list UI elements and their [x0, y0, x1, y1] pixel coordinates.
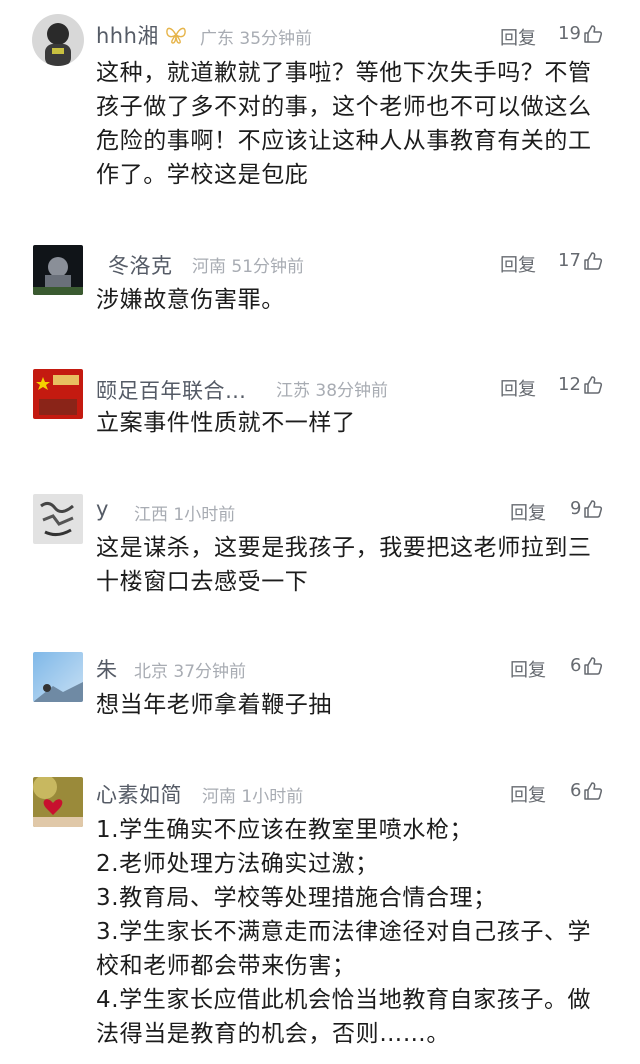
comment-item: 冬洛克 河南 51分钟前 回复 17 涉嫌故意伤害罪。	[0, 230, 640, 350]
like-button[interactable]: 6	[570, 655, 603, 676]
reply-button[interactable]: 回复	[500, 24, 536, 50]
comment-item: 颐足百年联合… 江苏 38分钟前 回复 12 立案事件性质就不一样了	[0, 355, 640, 475]
timestamp: 1小时前	[241, 787, 304, 807]
location: 广东	[200, 29, 234, 49]
username[interactable]: 颐足百年联合…	[96, 375, 247, 405]
reply-button[interactable]: 回复	[510, 781, 546, 807]
comment-text: 这种，就道歉就了事啦？等他下次失手吗？不管 孩子做了多不对的事，这个老师也不可以…	[96, 60, 592, 188]
like-count: 17	[558, 250, 581, 271]
thumbs-up-icon	[584, 24, 602, 43]
comment-text: 1.学生确实不应该在教室里喷水枪； 2.老师处理方法确实过激； 3.教育局、学校…	[96, 817, 592, 1047]
thumbs-up-icon	[584, 375, 602, 394]
reply-button[interactable]: 回复	[500, 375, 536, 401]
butterfly-badge-icon	[166, 27, 186, 44]
like-count: 19	[558, 23, 581, 44]
location: 北京	[134, 662, 168, 682]
reply-button[interactable]: 回复	[500, 251, 536, 277]
like-count: 6	[570, 655, 582, 676]
timestamp: 38分钟前	[315, 381, 389, 401]
location-time: 广东 35分钟前	[200, 24, 312, 49]
timestamp: 1小时前	[173, 505, 236, 525]
comment-item: y 江西 1小时前 回复 9 这是谋杀，这要是我孩子，我要把这老师拉到三 十楼窗…	[0, 480, 640, 635]
like-count: 12	[558, 374, 581, 395]
username[interactable]: 朱	[96, 654, 118, 684]
avatar[interactable]	[32, 14, 84, 66]
timestamp: 51分钟前	[231, 257, 305, 277]
location: 河南	[202, 787, 236, 807]
like-button[interactable]: 19	[558, 23, 603, 44]
comment-item: hhh湘 广东 35分钟前 回复 19 这种，就道歉就了事啦？等他下次失手吗？不…	[0, 0, 640, 220]
username[interactable]: 冬洛克	[108, 250, 173, 280]
thumbs-up-icon	[584, 499, 603, 518]
avatar[interactable]	[33, 245, 83, 295]
location-time: 河南 1小时前	[202, 782, 303, 807]
like-button[interactable]: 17	[558, 250, 603, 271]
username[interactable]: y	[96, 497, 109, 521]
location-time: 江苏 38分钟前	[276, 376, 388, 401]
username[interactable]: hhh湘	[96, 20, 159, 50]
like-count: 6	[570, 780, 582, 801]
location: 河南	[192, 257, 226, 277]
like-button[interactable]: 6	[570, 780, 603, 801]
avatar[interactable]	[33, 777, 83, 827]
like-button[interactable]: 12	[558, 374, 603, 395]
reply-button[interactable]: 回复	[510, 656, 546, 682]
like-button[interactable]: 9	[570, 498, 603, 519]
username[interactable]: 心素如简	[96, 779, 182, 809]
thumbs-up-icon	[584, 251, 602, 270]
reply-button[interactable]: 回复	[510, 499, 546, 525]
comment-text: 涉嫌故意伤害罪。	[96, 287, 285, 313]
avatar[interactable]	[33, 494, 83, 544]
like-count: 9	[570, 498, 582, 519]
comment-text: 这是谋杀，这要是我孩子，我要把这老师拉到三 十楼窗口去感受一下	[96, 535, 592, 595]
avatar[interactable]	[33, 369, 83, 419]
comment-text: 想当年老师拿着鞭子抽	[96, 692, 332, 718]
location-time: 江西 1小时前	[134, 500, 235, 525]
location: 江苏	[276, 381, 310, 401]
comment-text: 立案事件性质就不一样了	[96, 410, 356, 436]
timestamp: 35分钟前	[239, 29, 313, 49]
timestamp: 37分钟前	[173, 662, 247, 682]
location-time: 北京 37分钟前	[134, 657, 246, 682]
avatar[interactable]	[33, 652, 83, 702]
comment-item: 心素如简 河南 1小时前 回复 6 1.学生确实不应该在教室里喷水枪； 2.老师…	[0, 765, 640, 1064]
location-time: 河南 51分钟前	[192, 252, 304, 277]
location: 江西	[134, 505, 168, 525]
thumbs-up-icon	[584, 781, 603, 800]
comment-item: 朱 北京 37分钟前 回复 6 想当年老师拿着鞭子抽	[0, 640, 640, 760]
thumbs-up-icon	[584, 656, 603, 675]
